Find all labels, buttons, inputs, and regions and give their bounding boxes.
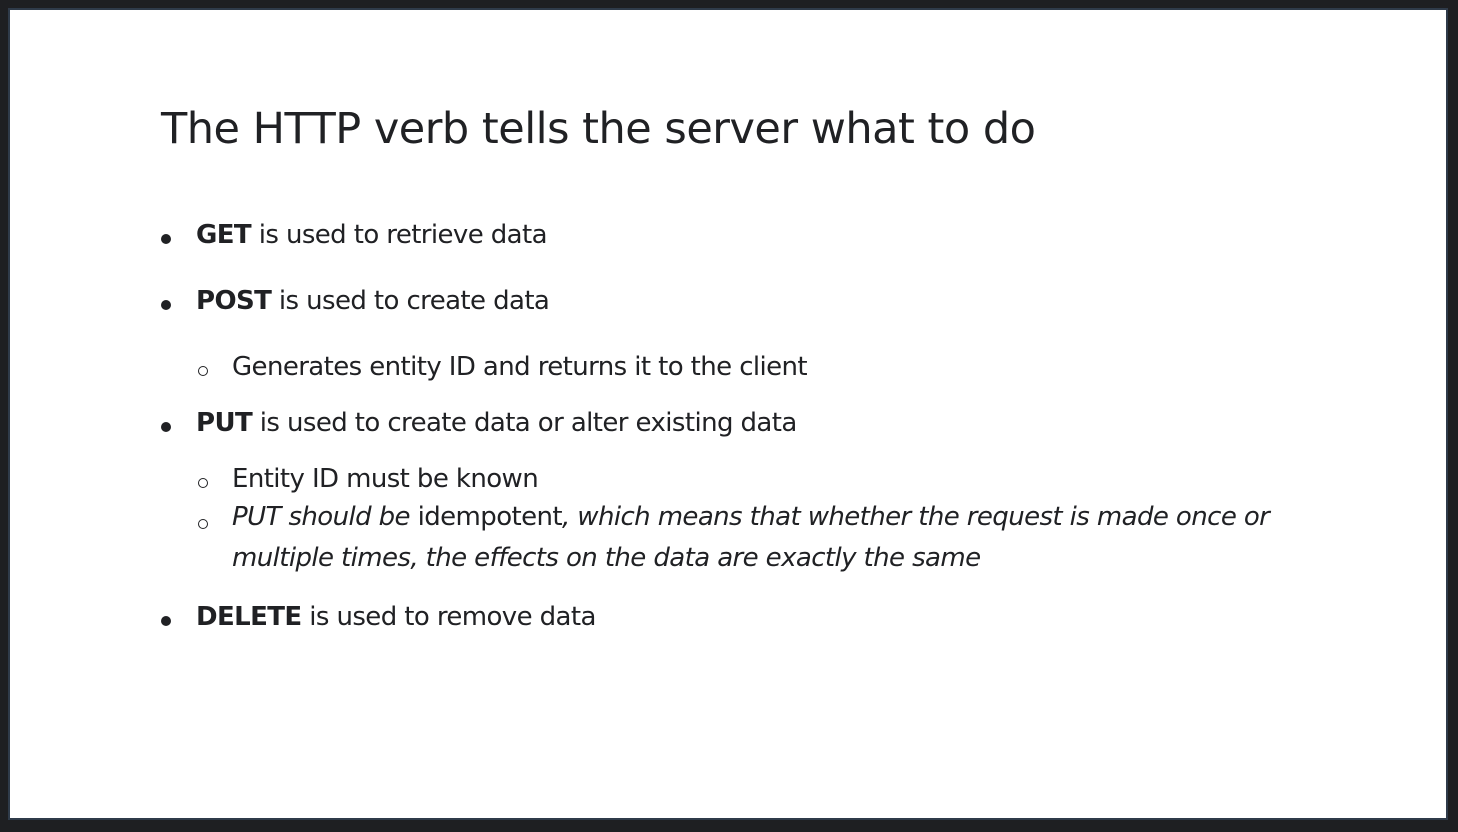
sub-bullet-text: PUT should be idempotent, which means th… bbox=[232, 497, 1282, 579]
sub-bullet-circle-icon bbox=[198, 478, 208, 489]
sub-bullet-circle-icon bbox=[198, 366, 208, 377]
verb-delete: DELETE bbox=[196, 602, 302, 632]
idempotent-italic-a: PUT should be bbox=[232, 502, 411, 532]
bullet-dot-icon bbox=[161, 300, 171, 311]
verb-get: GET bbox=[196, 220, 252, 250]
idempotent-term: idempotent bbox=[409, 502, 563, 532]
bullet-dot-icon bbox=[161, 616, 171, 627]
slide: The HTTP verb tells the server what to d… bbox=[8, 8, 1448, 820]
bullet-put-desc: is used to create data or alter existing… bbox=[252, 408, 798, 438]
verb-put: PUT bbox=[196, 408, 253, 438]
bullet-text: PUT is used to create data or alter exis… bbox=[196, 408, 797, 438]
sub-bullet-circle-icon bbox=[198, 519, 208, 530]
bullet-text: DELETE is used to remove data bbox=[196, 602, 596, 632]
bullet-dot-icon bbox=[161, 422, 171, 433]
verb-post: POST bbox=[196, 286, 272, 316]
bullet-get-desc: is used to retrieve data bbox=[251, 220, 548, 250]
sub-bullet-text: Entity ID must be known bbox=[232, 464, 539, 494]
bullet-delete-desc: is used to remove data bbox=[301, 602, 596, 632]
bullet-text: POST is used to create data bbox=[196, 286, 550, 316]
bullet-post-desc: is used to create data bbox=[271, 286, 550, 316]
bullet-dot-icon bbox=[161, 234, 171, 245]
bullet-text: GET is used to retrieve data bbox=[196, 220, 548, 250]
slide-title: The HTTP verb tells the server what to d… bbox=[161, 104, 1036, 154]
sub-bullet-text: Generates entity ID and returns it to th… bbox=[232, 352, 808, 382]
